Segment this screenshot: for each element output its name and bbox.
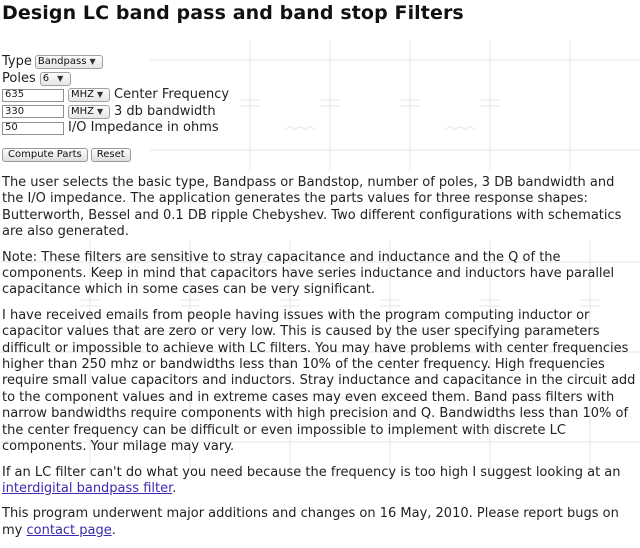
- chevron-down-icon: ▼: [89, 57, 96, 67]
- paragraph-issues: I have received emails from people havin…: [2, 307, 636, 455]
- bandwidth-unit-value: MHZ: [71, 105, 94, 117]
- center-frequency-row: 635 MHZ ▼ Center Frequency: [2, 87, 229, 104]
- poles-select-value: 6: [42, 72, 50, 84]
- paragraph-interdigital: If an LC filter can't do what you need b…: [2, 465, 638, 498]
- type-label: Type: [2, 54, 32, 70]
- paragraph-changes: This program underwent major additions a…: [2, 506, 638, 539]
- page-content: Design LC band pass and band stop Filter…: [0, 0, 640, 538]
- type-select-value: Bandpass: [37, 56, 87, 68]
- impedance-input[interactable]: 50: [2, 121, 64, 135]
- bandwidth-label: 3 db bandwidth: [114, 103, 216, 119]
- chevron-down-icon: ▼: [57, 73, 64, 83]
- bandwidth-row: 330 MHZ ▼ 3 db bandwidth: [2, 104, 229, 121]
- type-row: Type Bandpass ▼: [2, 54, 229, 71]
- chevron-down-icon: ▼: [97, 106, 104, 116]
- bandwidth-unit-select[interactable]: MHZ ▼: [68, 104, 110, 119]
- center-frequency-label: Center Frequency: [114, 87, 230, 103]
- impedance-label: I/O Impedance in ohms: [68, 120, 219, 136]
- filter-form: Type Bandpass ▼ Poles 6 ▼ 635 MHZ ▼ Cent…: [2, 54, 229, 163]
- poles-label: Poles: [2, 70, 36, 86]
- type-select[interactable]: Bandpass ▼: [34, 55, 103, 70]
- description: The user selects the basic type, Bandpas…: [2, 175, 638, 548]
- impedance-row: 50 I/O Impedance in ohms: [2, 120, 229, 137]
- center-frequency-unit-select[interactable]: MHZ ▼: [68, 88, 110, 103]
- compute-parts-button[interactable]: Compute Parts: [2, 147, 88, 162]
- center-frequency-input[interactable]: 635: [2, 88, 64, 102]
- reset-button[interactable]: Reset: [90, 147, 131, 162]
- bandwidth-input[interactable]: 330: [2, 105, 64, 119]
- page-title: Design LC band pass and band stop Filter…: [2, 2, 464, 24]
- buttons-row: Compute Parts Reset: [2, 147, 229, 164]
- contact-page-link[interactable]: contact page: [27, 523, 112, 538]
- chevron-down-icon: ▼: [97, 90, 104, 100]
- paragraph-changes-end: .: [111, 522, 116, 538]
- center-frequency-unit-value: MHZ: [71, 89, 94, 101]
- paragraph-note: Note: These filters are sensitive to str…: [2, 249, 615, 298]
- poles-select[interactable]: 6 ▼: [39, 71, 71, 86]
- paragraph-intro: The user selects the basic type, Bandpas…: [2, 175, 622, 240]
- poles-row: Poles 6 ▼: [2, 71, 229, 88]
- paragraph-interdigital-text: If an LC filter can't do what you need b…: [2, 464, 621, 480]
